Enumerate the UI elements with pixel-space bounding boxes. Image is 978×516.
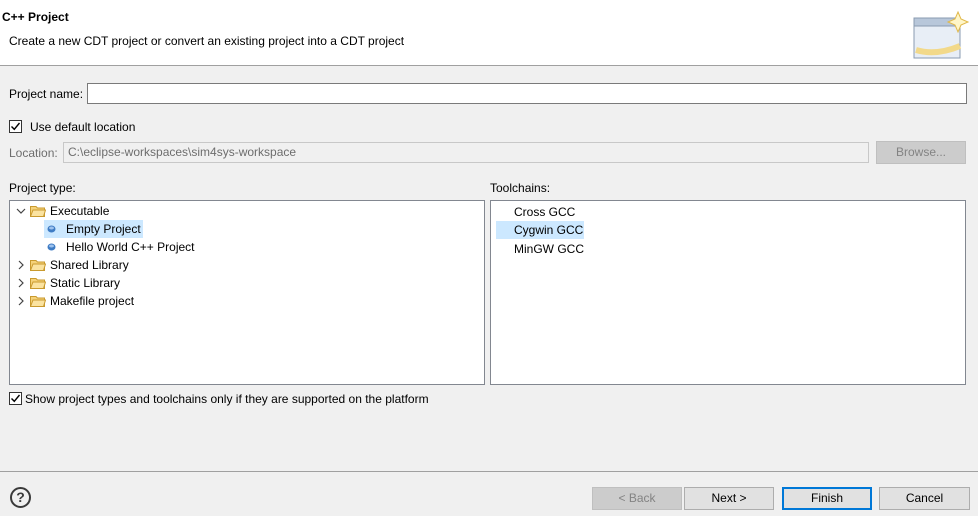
project-name-label: Project name: xyxy=(9,87,84,101)
toolchain-item-label: MinGW GCC xyxy=(514,242,584,256)
project-template-icon xyxy=(47,243,56,251)
use-default-location-label: Use default location xyxy=(30,120,136,134)
folder-open-icon xyxy=(30,206,46,217)
tree-item-label: Empty Project xyxy=(66,222,141,236)
footer-separator xyxy=(0,471,978,472)
project-type-tree[interactable]: Executable Empty Project Hello World C++… xyxy=(9,200,485,385)
show-supported-only-label: Show project types and toolchains only i… xyxy=(25,392,429,406)
tree-item-hello-world[interactable]: Hello World C++ Project xyxy=(10,238,480,256)
toolchain-item-mingw-gcc[interactable]: MinGW GCC xyxy=(491,240,961,258)
toolchains-label: Toolchains: xyxy=(490,181,551,195)
toolchain-item-label: Cygwin GCC xyxy=(514,223,584,237)
chevron-right-icon[interactable] xyxy=(16,260,26,270)
finish-button[interactable]: Finish xyxy=(782,487,872,510)
toolchains-list[interactable]: Cross GCC Cygwin GCC MinGW GCC xyxy=(490,200,966,385)
folder-icon xyxy=(30,260,46,271)
chevron-right-icon[interactable] xyxy=(16,278,26,288)
tree-item-label: Hello World C++ Project xyxy=(66,240,195,254)
toolchain-item-label: Cross GCC xyxy=(514,205,576,219)
folder-icon xyxy=(30,296,46,307)
tree-item-label: Makefile project xyxy=(50,294,135,308)
checkmark-icon xyxy=(11,122,21,131)
tree-item-makefile-project[interactable]: Makefile project xyxy=(10,292,480,310)
tree-item-label: Static Library xyxy=(50,276,121,290)
project-template-icon xyxy=(47,225,56,233)
tree-item-static-library[interactable]: Static Library xyxy=(10,274,480,292)
tree-item-shared-library[interactable]: Shared Library xyxy=(10,256,480,274)
show-supported-only-checkbox[interactable] xyxy=(9,392,22,405)
help-icon[interactable]: ? xyxy=(10,487,31,508)
use-default-location-checkbox[interactable] xyxy=(9,120,22,133)
project-type-label: Project type: xyxy=(9,181,76,195)
chevron-down-icon[interactable] xyxy=(16,206,26,216)
chevron-right-icon[interactable] xyxy=(16,296,26,306)
tree-item-empty-project[interactable]: Empty Project xyxy=(10,220,480,238)
project-name-input[interactable] xyxy=(87,83,967,104)
wizard-title: C++ Project xyxy=(2,10,69,24)
folder-icon xyxy=(30,278,46,289)
back-button: < Back xyxy=(592,487,682,510)
location-input: C:\eclipse-workspaces\sim4sys-workspace xyxy=(63,142,869,163)
toolchain-item-cross-gcc[interactable]: Cross GCC xyxy=(491,203,961,221)
location-label: Location: xyxy=(9,146,58,160)
wizard-description: Create a new CDT project or convert an e… xyxy=(9,34,405,48)
toolchain-item-cygwin-gcc[interactable]: Cygwin GCC xyxy=(491,221,961,239)
tree-item-label: Executable xyxy=(50,204,110,218)
tree-item-executable[interactable]: Executable xyxy=(10,202,480,220)
next-button[interactable]: Next > xyxy=(684,487,774,510)
new-project-wizard-icon xyxy=(906,10,972,62)
cancel-button[interactable]: Cancel xyxy=(879,487,970,510)
checkmark-icon xyxy=(11,394,21,403)
wizard-banner: C++ Project Create a new CDT project or … xyxy=(0,0,978,66)
browse-button: Browse... xyxy=(876,141,966,164)
tree-item-label: Shared Library xyxy=(50,258,129,272)
